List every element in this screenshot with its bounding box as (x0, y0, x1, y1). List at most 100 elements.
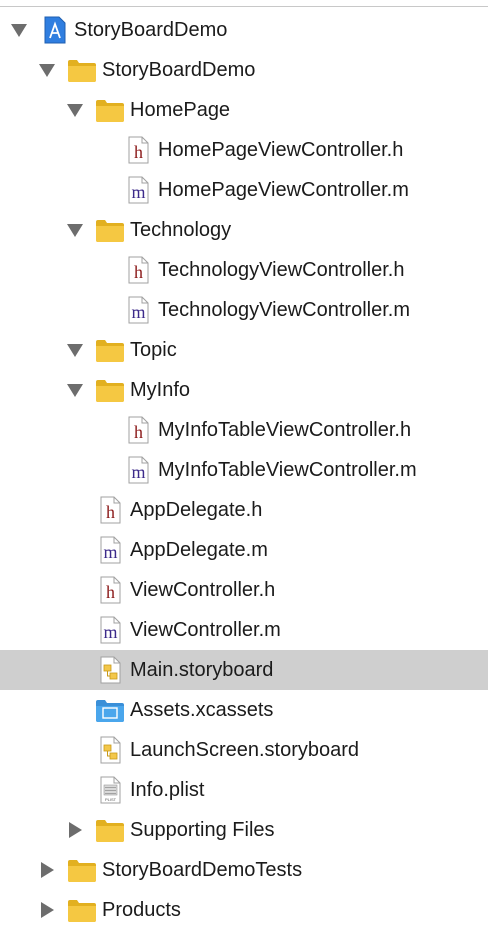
navigator-row-label: TechnologyViewController.m (158, 299, 410, 321)
navigator-row[interactable]: h MyInfoTableViewController.h (0, 410, 488, 450)
navigator-row[interactable]: LaunchScreen.storyboard (0, 730, 488, 770)
navigator-row[interactable]: Assets.xcassets (0, 690, 488, 730)
navigator-row-label: Main.storyboard (130, 659, 274, 681)
chevron-down-icon (67, 103, 83, 117)
svg-text:h: h (134, 262, 143, 282)
navigator-row[interactable]: Supporting Files (0, 810, 488, 850)
navigator-row-label: TechnologyViewController.h (158, 259, 405, 281)
header-file-icon: h (94, 576, 126, 604)
storyboard-icon (94, 656, 126, 684)
navigator-row[interactable]: HomePage (0, 90, 488, 130)
navigator-row-label: ViewController.h (130, 579, 276, 601)
project-icon (38, 16, 70, 44)
navigator-row[interactable]: MyInfo (0, 370, 488, 410)
navigator-row[interactable]: Products (0, 890, 488, 930)
header-file-icon: h (122, 136, 154, 164)
navigator-row-label: ViewController.m (130, 619, 281, 641)
disclosure-triangle-expanded-icon[interactable] (66, 102, 84, 118)
navigator-row[interactable]: PLIST Info.plist (0, 770, 488, 810)
disclosure-triangle-expanded-icon[interactable] (66, 382, 84, 398)
navigator-row[interactable]: m TechnologyViewController.m (0, 290, 488, 330)
navigator-row[interactable]: StoryBoardDemo (0, 10, 488, 50)
chevron-down-icon (39, 63, 55, 77)
navigator-row-label: Info.plist (130, 779, 205, 801)
folder-icon (94, 96, 126, 124)
disclosure-triangle-expanded-icon[interactable] (66, 342, 84, 358)
navigator-row[interactable]: m ViewController.m (0, 610, 488, 650)
implementation-file-icon: m (94, 616, 126, 644)
svg-text:PLIST: PLIST (105, 797, 117, 802)
asset-catalog-icon (94, 696, 126, 724)
folder-icon (66, 896, 98, 924)
navigator-row-label: MyInfo (130, 379, 191, 401)
folder-icon (94, 816, 126, 844)
navigator-row[interactable]: h TechnologyViewController.h (0, 250, 488, 290)
chevron-down-icon (11, 23, 27, 37)
header-file-icon: h (122, 256, 154, 284)
top-border (0, 6, 488, 7)
navigator-row-label: MyInfoTableViewController.m (158, 459, 417, 481)
navigator-row-label: HomePage (130, 99, 231, 121)
navigator-row[interactable]: StoryBoardDemoTests (0, 850, 488, 890)
svg-text:h: h (134, 422, 143, 442)
navigator-row[interactable]: Topic (0, 330, 488, 370)
disclosure-triangle-expanded-icon[interactable] (66, 222, 84, 238)
navigator-row-label: HomePageViewController.h (158, 139, 404, 161)
chevron-right-icon (68, 822, 82, 838)
svg-text:m: m (131, 462, 145, 482)
disclosure-triangle-expanded-icon[interactable] (38, 62, 56, 78)
svg-text:m: m (131, 302, 145, 322)
svg-text:h: h (106, 502, 115, 522)
svg-text:m: m (131, 182, 145, 202)
navigator-row[interactable]: h HomePageViewController.h (0, 130, 488, 170)
navigator-row[interactable]: h AppDelegate.h (0, 490, 488, 530)
disclosure-triangle-expanded-icon[interactable] (10, 22, 28, 38)
implementation-file-icon: m (122, 456, 154, 484)
navigator-row[interactable]: m AppDelegate.m (0, 530, 488, 570)
folder-icon (94, 376, 126, 404)
svg-text:h: h (106, 582, 115, 602)
navigator-row[interactable]: h ViewController.h (0, 570, 488, 610)
disclosure-triangle-collapsed-icon[interactable] (66, 822, 84, 838)
chevron-down-icon (67, 383, 83, 397)
navigator-row[interactable]: m MyInfoTableViewController.m (0, 450, 488, 490)
svg-text:h: h (134, 142, 143, 162)
folder-icon (94, 336, 126, 364)
navigator-row-label: AppDelegate.h (130, 499, 263, 521)
svg-text:m: m (103, 542, 117, 562)
folder-icon (66, 56, 98, 84)
chevron-down-icon (67, 223, 83, 237)
chevron-right-icon (40, 902, 54, 918)
navigator-row-label: Supporting Files (130, 819, 275, 841)
navigator-row[interactable]: StoryBoardDemo (0, 50, 488, 90)
navigator-row-label: Assets.xcassets (130, 699, 274, 721)
navigator-row-label: Topic (130, 339, 177, 361)
storyboard-icon (94, 736, 126, 764)
navigator-row-label: HomePageViewController.m (158, 179, 409, 201)
navigator-row-label: StoryBoardDemo (102, 59, 256, 81)
navigator-row-label: Technology (130, 219, 232, 241)
navigator-row[interactable]: Technology (0, 210, 488, 250)
folder-icon (66, 856, 98, 884)
navigator-row-label: Products (102, 899, 181, 921)
navigator-row[interactable]: Main.storyboard (0, 650, 488, 690)
disclosure-triangle-collapsed-icon[interactable] (38, 902, 56, 918)
chevron-down-icon (67, 343, 83, 357)
navigator-row-label: StoryBoardDemo (74, 19, 228, 41)
header-file-icon: h (94, 496, 126, 524)
navigator-row-label: MyInfoTableViewController.h (158, 419, 412, 441)
disclosure-triangle-collapsed-icon[interactable] (38, 862, 56, 878)
folder-icon (94, 216, 126, 244)
chevron-right-icon (40, 862, 54, 878)
implementation-file-icon: m (94, 536, 126, 564)
navigator-row-label: StoryBoardDemoTests (102, 859, 303, 881)
header-file-icon: h (122, 416, 154, 444)
navigator-row[interactable]: m HomePageViewController.m (0, 170, 488, 210)
project-navigator: StoryBoardDemo StoryBoardDemo HomePage h Hom… (0, 10, 488, 940)
navigator-row-label: LaunchScreen.storyboard (130, 739, 360, 761)
navigator-row-label: AppDelegate.m (130, 539, 268, 561)
implementation-file-icon: m (122, 176, 154, 204)
svg-text:m: m (103, 622, 117, 642)
plist-icon: PLIST (94, 776, 126, 804)
implementation-file-icon: m (122, 296, 154, 324)
